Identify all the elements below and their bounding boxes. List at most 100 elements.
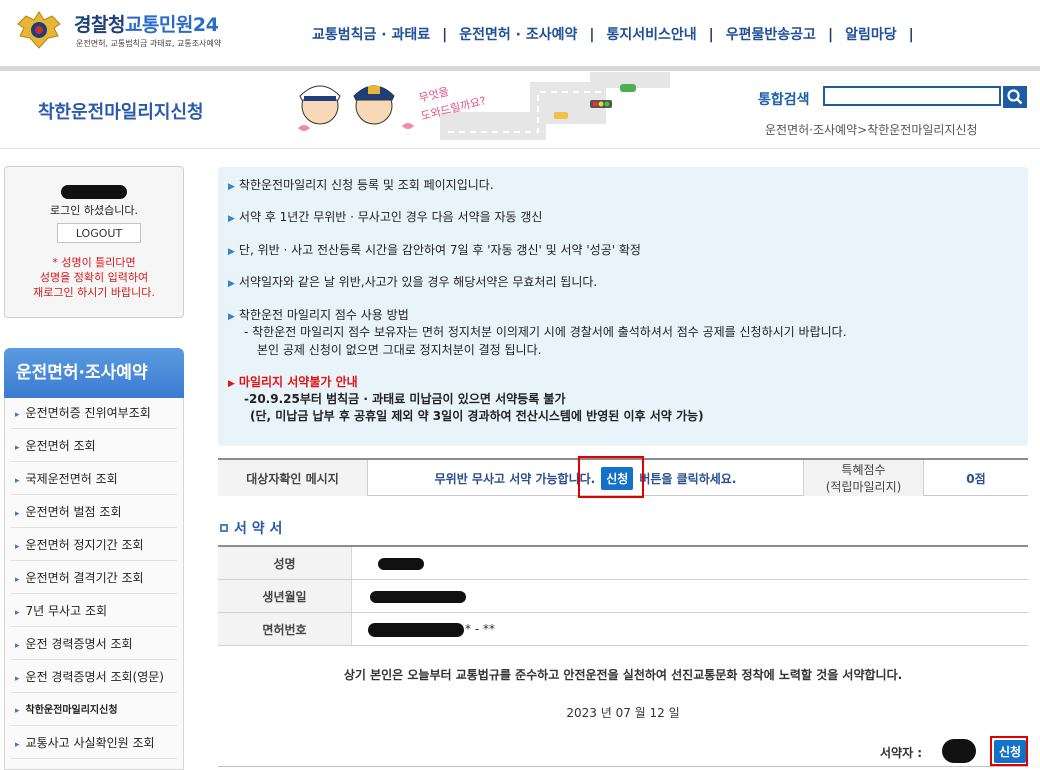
breadcrumb: 운전면허·조사예약>착한운전마일리지신청 [765, 123, 978, 137]
police-emblem-icon[interactable] [14, 10, 64, 50]
sidebar-item-safe-driving-mileage[interactable]: ▸ 착한운전마일리지신청 [11, 695, 177, 726]
pledge-name-label: 성명 [218, 547, 352, 579]
redacted-username [61, 185, 127, 199]
info-notice-box: ▶ 착한운전마일리지 신청 등록 및 조회 페이지입니다. ▶ 서약 후 1년간 무… [218, 167, 1028, 446]
signer-label: 서약자 : [880, 746, 923, 760]
logout-button[interactable]: LOGOUT [57, 223, 141, 243]
triangle-bullet-icon: ▶ [228, 214, 235, 224]
status-message-text: 무위반 무사고 서약 가능합니다. [434, 471, 596, 486]
triangle-bullet-icon: ▶ [228, 247, 235, 257]
info-notice-line: -20.9.25부터 범칙금 · 과태료 미납금이 있으면 서약등록 불가 [244, 392, 566, 406]
login-box: 로그인 하셨습니다. LOGOUT * 성명이 틀리다면 성명을 정확히 입력하… [4, 166, 184, 318]
search-button[interactable] [1003, 86, 1027, 108]
chevron-right-icon: ▸ [15, 410, 20, 420]
sidebar-item-disqualification-period[interactable]: ▸ 운전면허 결격기간 조회 [11, 563, 177, 594]
nav-announcements[interactable]: 알림마당 [833, 24, 909, 44]
pledge-license-label: 면허번호 [218, 613, 352, 645]
login-warning-line: * 성명이 틀리다면 [52, 256, 136, 269]
pledge-oath-text: 상기 본인은 오늘부터 교통법규를 준수하고 안전운전을 실천하여 선진교통문화… [343, 668, 903, 682]
sidebar-item-suspension-period[interactable]: ▸ 운전면허 정지기간 조회 [11, 530, 177, 561]
sidebar-item-career-certificate-en[interactable]: ▸ 운전 경력증명서 조회(영문) [11, 662, 177, 693]
sidebar-item-career-certificate[interactable]: ▸ 운전 경력증명서 조회 [11, 629, 177, 660]
top-header: 경찰청교통민원24 운전면허, 교통범칙금 과태료, 교통조사예약 교통범칙금 … [0, 0, 1040, 66]
highlight-box [990, 736, 1028, 766]
police-mascot-illustration: 무엇을 도와드릴까요? [298, 72, 670, 140]
sidebar-item-label: 운전면허 결격기간 조회 [25, 571, 144, 585]
search-input[interactable] [823, 86, 1001, 106]
info-text: 착한운전 마일리지 점수 사용 방법 [238, 308, 409, 322]
sidebar-menu: ▸ 운전면허증 진위여부조회 ▸ 운전면허 조회 ▸ 국제운전면허 조회 ▸ 운전면허 … [4, 398, 184, 770]
login-message: 로그인 하셨습니다. [50, 204, 138, 217]
search-label: 통합검색 [758, 92, 810, 108]
redacted-signer-name [942, 739, 976, 763]
info-line: ▶ 서약일자와 같은 날 위반,사고가 있을 경우 해당서약은 무효처리 됩니다. [228, 273, 597, 290]
square-bullet-icon [220, 524, 228, 532]
sidebar-item-label: 7년 무사고 조회 [25, 604, 108, 618]
bottom-divider [218, 766, 1028, 767]
nav-license[interactable]: 운전면허 · 조사예약 [447, 24, 589, 44]
pledge-section-title-text: 서 약 서 [234, 521, 283, 537]
site-logo-subtitle: 운전면허, 교통범칙금 과태료, 교통조사예약 [76, 39, 222, 48]
chevron-right-icon: ▸ [15, 542, 20, 552]
info-subline: 본인 공제 신청이 없으면 그대로 정지처분이 결정 됩니다. [257, 343, 542, 357]
triangle-bullet-icon: ▶ [228, 182, 235, 192]
chevron-right-icon: ▸ [15, 641, 20, 651]
info-line: ▶ 서약 후 1년간 무위반 · 무사고인 경우 다음 서약을 자동 갱신 [228, 208, 542, 225]
redacted-name [378, 558, 424, 570]
points-value: 0점 [966, 471, 986, 486]
chevron-right-icon: ▸ [15, 575, 20, 585]
page-title: 착한운전마일리지신청 [38, 102, 204, 123]
pledge-table: 성명 생년월일 면허번호 * - ** [218, 545, 1028, 646]
sidebar-item-label: 운전면허증 진위여부조회 [25, 406, 151, 420]
points-label: 특혜점수 (적립마일리지) [804, 460, 924, 496]
site-logo-title[interactable]: 경찰청교통민원24 [74, 10, 219, 37]
info-text: 착한운전마일리지 신청 등록 및 조회 페이지입니다. [238, 178, 494, 192]
sidebar-item-accident-confirmation[interactable]: ▸ 교통사고 사실확인원 조회 [11, 728, 177, 759]
pledge-date: 2023 년 07 월 12 일 [566, 706, 680, 720]
login-warning-line: 재로그인 하시기 바랍니다. [33, 286, 155, 299]
pledge-birth-label: 생년월일 [218, 580, 352, 612]
sidebar-item-label: 운전면허 벌점 조회 [25, 505, 122, 519]
status-message-text: 버튼을 클릭하세요. [639, 471, 737, 486]
redacted-license-number [368, 623, 464, 637]
chevron-right-icon: ▸ [15, 740, 20, 750]
triangle-bullet-icon: ▶ [228, 279, 235, 289]
global-nav: 교통범칙금 · 과태료 | 운전면허 · 조사예약 | 통지서비스안내 | 우편물반송공고 |… [300, 24, 914, 44]
sidebar-item-license-authenticity[interactable]: ▸ 운전면허증 진위여부조회 [11, 398, 177, 429]
info-notice-title: ▶ 마일리지 서약불가 안내 [228, 373, 358, 390]
sidebar-item-penalty-points[interactable]: ▸ 운전면허 벌점 조회 [11, 497, 177, 528]
sidebar-item-intl-license[interactable]: ▸ 국제운전면허 조회 [11, 464, 177, 495]
header-divider [0, 66, 1040, 71]
sidebar-item-label: 운전면허 조회 [25, 439, 96, 453]
chevron-right-icon: ▸ [15, 674, 20, 684]
nav-returned-mail[interactable]: 우편물반송공고 [714, 24, 828, 44]
info-line: ▶ 단, 위반 · 사고 전산등록 시간을 감안하여 7일 후 '자동 갱신' 및… [228, 241, 641, 258]
info-text: 마일리지 서약불가 안내 [238, 375, 358, 389]
points-label-line: 특혜점수 [841, 463, 886, 477]
highlight-box [578, 456, 644, 498]
chevron-right-icon: ▸ [15, 608, 20, 618]
mascot-speech-line1: 무엇을 [418, 85, 451, 105]
sidebar-item-label: 착한운전마일리지신청 [25, 705, 118, 716]
nav-separator: | [908, 27, 914, 43]
nav-notice-service[interactable]: 통지서비스안내 [594, 24, 708, 44]
points-label-line: (적립마일리지) [825, 480, 902, 494]
info-line: ▶ 착한운전마일리지 신청 등록 및 조회 페이지입니다. [228, 176, 494, 193]
sidebar-title[interactable]: 운전면허·조사예약 [4, 348, 184, 398]
login-warning-line: 성명을 정확히 입력하여 [39, 271, 149, 284]
info-notice-line: (단, 미납금 납부 후 공휴일 제외 약 3일이 경과하여 전산시스템에 반영… [250, 409, 704, 423]
info-subline: - 착한운전 마일리지 점수 보유자는 면허 정지처분 이의제기 시에 경찰서에… [244, 325, 847, 339]
chevron-right-icon: ▸ [15, 706, 20, 716]
pledge-row-name: 성명 [218, 547, 1028, 580]
login-warning: * 성명이 틀리다면 성명을 정확히 입력하여 재로그인 하시기 바랍니다. [5, 255, 183, 300]
sidebar-item-label: 운전 경력증명서 조회(영문) [25, 670, 164, 684]
sidebar-item-label: 운전면허 정지기간 조회 [25, 538, 144, 552]
triangle-bullet-icon: ▶ [228, 379, 235, 389]
redacted-birthdate [370, 591, 466, 603]
signer-row: 서약자 : [880, 744, 922, 761]
subheader-divider [0, 148, 1040, 149]
nav-fines[interactable]: 교통범칙금 · 과태료 [300, 24, 442, 44]
pledge-row-license: 면허번호 * - ** [218, 613, 1028, 646]
sidebar-item-license-lookup[interactable]: ▸ 운전면허 조회 [11, 431, 177, 462]
sidebar-item-7yr-accident-free[interactable]: ▸ 7년 무사고 조회 [11, 596, 177, 627]
